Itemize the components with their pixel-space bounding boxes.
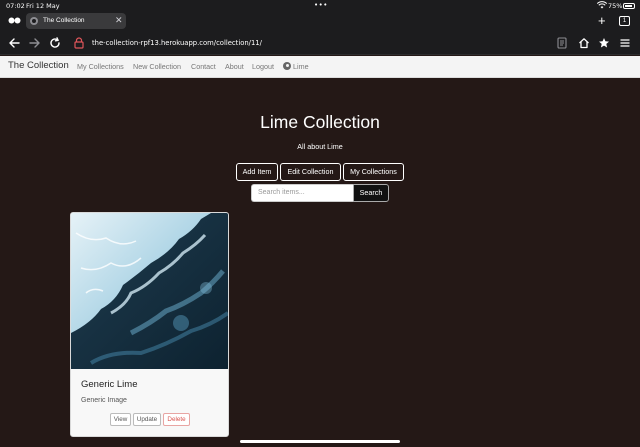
home-indicator[interactable] bbox=[240, 440, 400, 443]
item-title: Generic Lime bbox=[81, 379, 138, 390]
update-item-button[interactable]: Update bbox=[133, 413, 161, 426]
bookmark-star-icon[interactable] bbox=[598, 37, 610, 49]
nav-contact[interactable]: Contact bbox=[191, 62, 216, 71]
item-image bbox=[71, 213, 228, 369]
forward-arrow-icon[interactable] bbox=[29, 37, 41, 49]
url-field[interactable]: the-collection-rpf13.herokuapp.com/colle… bbox=[92, 39, 262, 47]
multitasking-dots[interactable]: ••• bbox=[314, 1, 328, 9]
tab-strip: The Collection ✕ + 1 bbox=[0, 11, 640, 31]
edit-collection-button[interactable]: Edit Collection bbox=[280, 163, 341, 181]
search-button[interactable]: Search bbox=[353, 184, 389, 202]
nav-my-collections[interactable]: My Collections bbox=[77, 62, 124, 71]
search-input[interactable]: Search items... bbox=[251, 184, 353, 202]
status-date: Fri 12 May bbox=[26, 2, 60, 10]
nav-logout[interactable]: Logout bbox=[252, 62, 274, 71]
add-item-button[interactable]: Add Item bbox=[236, 163, 278, 181]
nav-new-collection[interactable]: New Collection bbox=[133, 62, 181, 71]
page-title: Lime Collection bbox=[260, 112, 380, 132]
tab-overview-icon[interactable] bbox=[8, 16, 21, 25]
close-tab-icon[interactable]: ✕ bbox=[115, 15, 123, 26]
item-description: Generic Image bbox=[81, 397, 127, 404]
home-icon[interactable] bbox=[578, 37, 590, 49]
lock-icon bbox=[74, 37, 84, 49]
reload-icon[interactable] bbox=[49, 37, 61, 49]
back-arrow-icon[interactable] bbox=[8, 37, 20, 49]
tab-count-button[interactable]: 1 bbox=[619, 16, 630, 26]
status-bar: 07:02 Fri 12 May ••• 75% bbox=[0, 0, 640, 11]
reader-icon[interactable] bbox=[556, 37, 568, 49]
menu-icon[interactable] bbox=[619, 37, 631, 49]
browser-tab[interactable]: The Collection ✕ bbox=[26, 13, 126, 29]
status-time: 07:02 bbox=[6, 2, 25, 10]
wifi-icon bbox=[597, 1, 607, 9]
new-tab-button[interactable]: + bbox=[598, 13, 606, 28]
brand-link[interactable]: The Collection bbox=[8, 60, 69, 71]
user-icon bbox=[283, 62, 291, 70]
delete-item-button[interactable]: Delete bbox=[163, 413, 190, 426]
browser-toolbar: the-collection-rpf13.herokuapp.com/colle… bbox=[0, 31, 640, 55]
page-subtitle: All about Lime bbox=[297, 142, 343, 151]
nav-user[interactable]: Lime bbox=[293, 62, 309, 71]
tab-title: The Collection bbox=[43, 17, 85, 24]
favicon-icon bbox=[30, 17, 38, 25]
battery-percent: 75% bbox=[608, 2, 623, 10]
site-navbar: The Collection My Collections New Collec… bbox=[0, 56, 640, 78]
battery-icon bbox=[623, 3, 635, 9]
item-card: Generic Lime Generic Image View Update D… bbox=[70, 212, 229, 437]
view-item-button[interactable]: View bbox=[110, 413, 131, 426]
my-collections-button[interactable]: My Collections bbox=[343, 163, 404, 181]
nav-about[interactable]: About bbox=[225, 62, 244, 71]
